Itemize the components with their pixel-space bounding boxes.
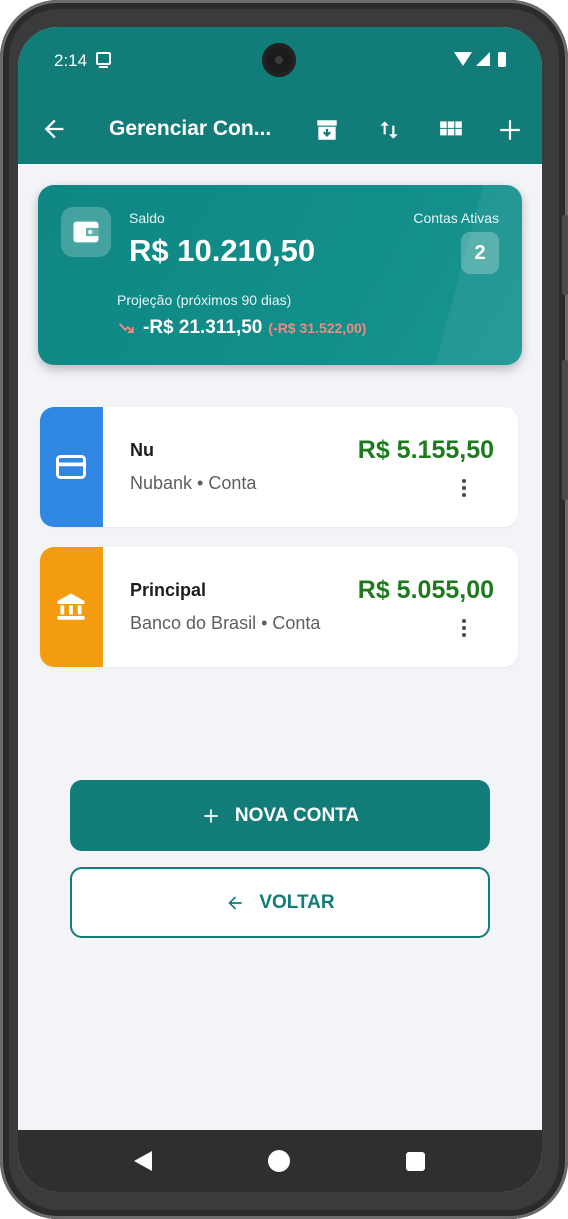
screen-record-icon (96, 52, 111, 68)
nav-recents-icon[interactable] (406, 1152, 425, 1171)
add-icon[interactable] (497, 117, 523, 143)
active-accounts-count: 2 (461, 232, 499, 274)
account-name: Nu (130, 440, 154, 460)
account-subtitle: Banco do Brasil • Conta (130, 613, 321, 633)
bank-icon (57, 593, 85, 620)
more-options-icon[interactable] (458, 619, 470, 641)
more-options-icon[interactable] (458, 479, 470, 501)
projection-label: Projeção (próximos 90 dias) (117, 292, 292, 308)
archive-icon[interactable] (314, 117, 340, 143)
account-subtitle: Nubank • Conta (130, 473, 257, 493)
status-time: 2:14 (54, 51, 88, 70)
active-accounts-label: Contas Ativas (413, 210, 499, 226)
account-balance: R$ 5.055,00 (357, 576, 494, 604)
power-button (562, 215, 568, 295)
app-bar: Gerenciar Con... (18, 97, 542, 164)
credit-card-icon (56, 455, 86, 479)
nav-back-icon[interactable] (134, 1151, 152, 1171)
status-icons (454, 51, 506, 67)
volume-button (562, 360, 568, 500)
back-button[interactable]: VOLTAR (70, 867, 490, 938)
battery-icon (498, 51, 506, 67)
wifi-icon (454, 52, 472, 66)
balance-value: R$ 10.210,50 (129, 233, 316, 268)
projection-value: -R$ 21.311,50 (143, 317, 263, 338)
trending-down-icon (118, 323, 134, 334)
back-label: VOLTAR (259, 891, 335, 913)
balance-label: Saldo (129, 210, 165, 226)
sort-icon[interactable] (376, 117, 402, 143)
phone-frame: 2:14 Gerenciar Con... Saldo R$ 10.210,50… (0, 0, 568, 1219)
wallet-icon (61, 207, 111, 257)
account-balance: R$ 5.155,50 (357, 436, 494, 464)
account-color-stripe (40, 407, 103, 527)
system-navigation-bar (18, 1130, 542, 1192)
grid-view-icon[interactable] (438, 117, 464, 143)
balance-summary-card: Saldo R$ 10.210,50 Contas Ativas 2 Proje… (38, 185, 522, 365)
new-account-label: NOVA CONTA (234, 804, 360, 826)
account-card-nu[interactable]: Nu Nubank • Conta R$ 5.155,50 (40, 407, 518, 527)
back-arrow-icon (228, 895, 243, 910)
account-card-principal[interactable]: Principal Banco do Brasil • Conta R$ 5.0… (40, 547, 518, 667)
page-title: Gerenciar Con... (109, 117, 272, 140)
account-color-stripe (40, 547, 103, 667)
nav-home-icon[interactable] (268, 1150, 290, 1172)
status-bar: 2:14 (18, 27, 542, 97)
account-name: Principal (130, 580, 207, 600)
screen: 2:14 Gerenciar Con... Saldo R$ 10.210,50… (18, 27, 542, 1192)
signal-icon (476, 52, 490, 66)
front-camera (262, 43, 296, 77)
projection-difference: (-R$ 31.522,00) (268, 320, 367, 336)
add-icon (204, 808, 218, 823)
projection-row: -R$ 21.311,50 (-R$ 31.522,00) (117, 317, 366, 339)
new-account-button[interactable]: NOVA CONTA (70, 780, 490, 851)
back-arrow-icon[interactable] (40, 115, 68, 143)
